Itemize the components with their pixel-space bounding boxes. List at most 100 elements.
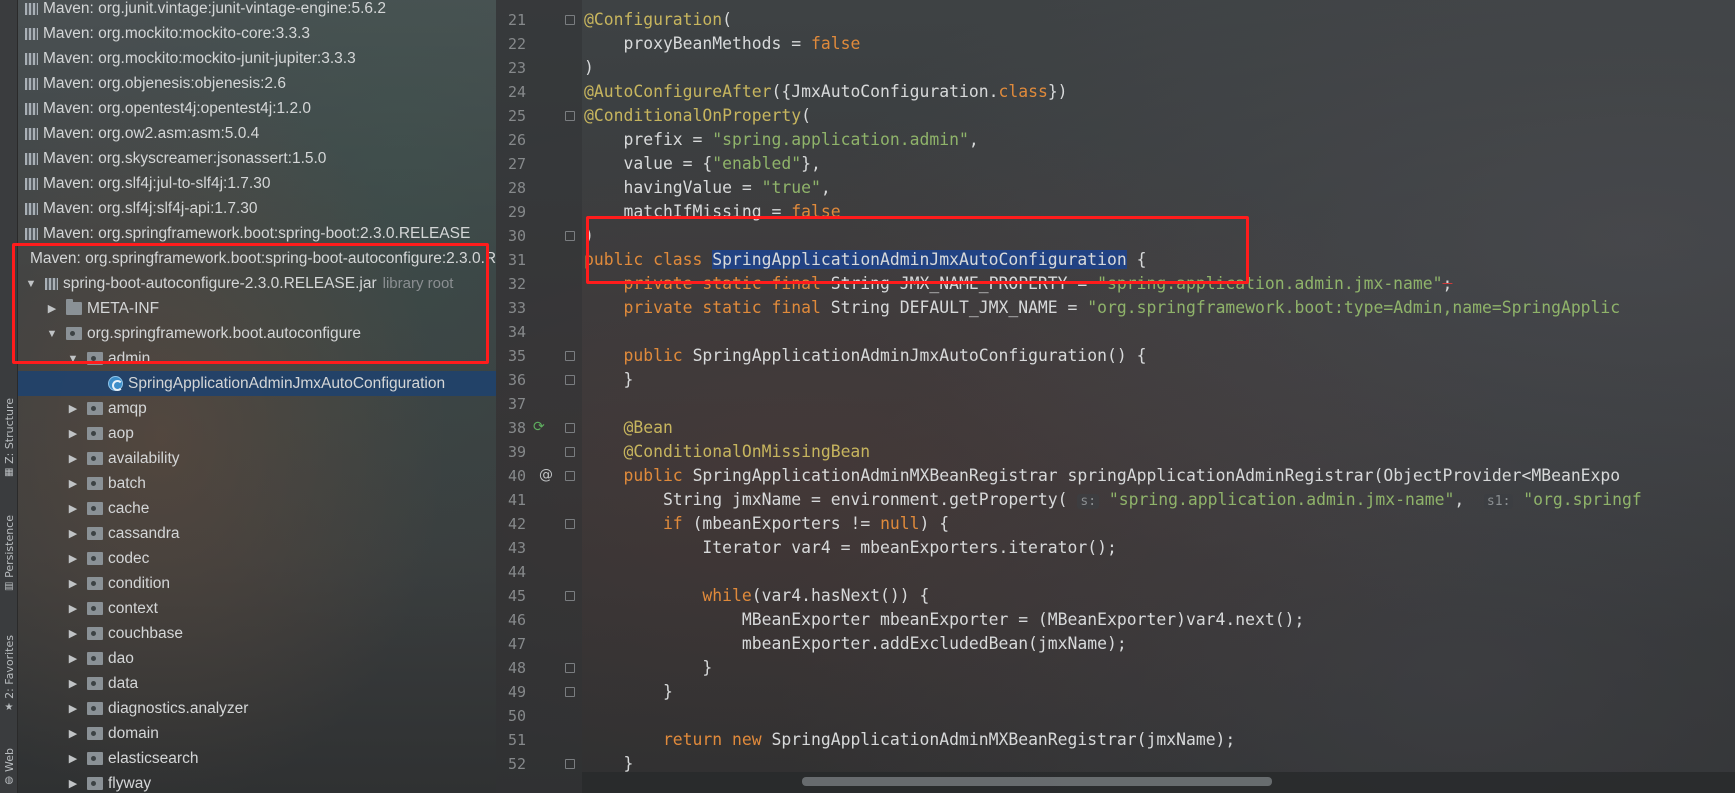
collapse-arrow-icon[interactable]: ▶ [67, 402, 79, 415]
fold-marker-icon[interactable] [565, 759, 575, 769]
tool-tab-persistence[interactable]: Persistence ▤ [0, 515, 18, 592]
expand-arrow-icon[interactable]: ▼ [25, 278, 37, 290]
code-editor[interactable]: 21 22 23 24 25 26 27 28 29 30 31 32 33 34 35 36 37 38 ⟳ 39 4… [496, 0, 1735, 793]
collapse-arrow-icon[interactable]: ▶ [46, 302, 58, 315]
autowire-gutter-icon[interactable]: @ [539, 467, 553, 483]
expand-arrow-icon[interactable]: ▼ [67, 353, 79, 365]
tree-item[interactable]: ▼ admin [18, 346, 496, 371]
collapse-arrow-icon[interactable]: ▶ [67, 452, 79, 465]
tree-item[interactable]: ▶ cache [18, 496, 496, 521]
code-line[interactable]: @Bean [584, 416, 672, 440]
fold-marker-icon[interactable] [565, 591, 575, 601]
tree-item[interactable]: Maven: org.slf4j:slf4j-api:1.7.30 [18, 196, 496, 221]
tree-item[interactable]: ▶ elasticsearch [18, 746, 496, 771]
scrollbar-thumb[interactable] [802, 777, 1272, 786]
code-line[interactable]: while(var4.hasNext()) { [584, 584, 929, 608]
tree-item[interactable]: ▶ batch [18, 471, 496, 496]
code-line[interactable]: ) [584, 56, 594, 80]
tree-item[interactable]: ▶ availability [18, 446, 496, 471]
fold-marker-icon[interactable] [565, 471, 575, 481]
tree-item[interactable]: ▶ aop [18, 421, 496, 446]
code-line[interactable]: prefix = "spring.application.admin", [584, 128, 978, 152]
collapse-arrow-icon[interactable]: ▶ [67, 777, 79, 790]
code-line[interactable]: public SpringApplicationAdminJmxAutoConf… [584, 344, 1146, 368]
code-line[interactable]: } [584, 752, 633, 776]
collapse-arrow-icon[interactable]: ▶ [67, 602, 79, 615]
code-line[interactable]: } [584, 368, 633, 392]
tree-item[interactable]: Maven: org.skyscreamer:jsonassert:1.5.0 [18, 146, 496, 171]
tree-item[interactable]: Maven: org.slf4j:jul-to-slf4j:1.7.30 [18, 171, 496, 196]
collapse-arrow-icon[interactable]: ▶ [67, 527, 79, 540]
tree-item[interactable]: ▶ dao [18, 646, 496, 671]
tool-tab-2-favorites[interactable]: 2: Favorites ★ [0, 635, 18, 713]
tool-tab-web[interactable]: Web ◍ [0, 748, 18, 786]
code-line[interactable]: @ConditionalOnMissingBean [584, 440, 870, 464]
tree-item-selected[interactable]: SpringApplicationAdminJmxAutoConfigurati… [18, 371, 496, 396]
code-line[interactable]: public class SpringApplicationAdminJmxAu… [584, 248, 1147, 272]
tree-item[interactable]: ▶ codec [18, 546, 496, 571]
tree-item[interactable]: Maven: org.mockito:mockito-junit-jupiter… [18, 46, 496, 71]
tree-item[interactable]: ▶ cassandra [18, 521, 496, 546]
fold-marker-icon[interactable] [565, 687, 575, 697]
code-line[interactable]: Iterator var4 = mbeanExporters.iterator(… [584, 536, 1116, 560]
code-line[interactable]: @AutoConfigureAfter({JmxAutoConfiguratio… [584, 80, 1068, 104]
tree-item[interactable]: ▶ amqp [18, 396, 496, 421]
collapse-arrow-icon[interactable]: ▶ [67, 552, 79, 565]
tree-item[interactable]: ▶ condition [18, 571, 496, 596]
code-line[interactable]: public SpringApplicationAdminMXBeanRegis… [584, 464, 1620, 488]
code-line[interactable]: MBeanExporter mbeanExporter = (MBeanExpo… [584, 608, 1305, 632]
tree-item[interactable]: ▶ context [18, 596, 496, 621]
collapse-arrow-icon[interactable]: ▶ [67, 477, 79, 490]
collapse-arrow-icon[interactable]: ▶ [67, 427, 79, 440]
tree-item[interactable]: ▶ diagnostics.analyzer [18, 696, 496, 721]
bean-gutter-icon[interactable]: ⟳ [533, 419, 545, 435]
fold-marker-icon[interactable] [565, 423, 575, 433]
collapse-arrow-icon[interactable]: ▶ [67, 627, 79, 640]
fold-marker-icon[interactable] [565, 663, 575, 673]
fold-marker-icon[interactable] [565, 15, 575, 25]
collapse-arrow-icon[interactable]: ▶ [67, 752, 79, 765]
code-line[interactable]: havingValue = "true", [584, 176, 830, 200]
code-line[interactable]: ) [584, 224, 594, 248]
tree-item[interactable]: Maven: org.opentest4j:opentest4j:1.2.0 [18, 96, 496, 121]
tree-item[interactable]: Maven: org.objenesis:objenesis:2.6 [18, 71, 496, 96]
tree-item[interactable]: ▶ META-INF [18, 296, 496, 321]
tree-item[interactable]: Maven: org.mockito:mockito-core:3.3.3 [18, 21, 496, 46]
code-line[interactable]: if (mbeanExporters != null) { [584, 512, 949, 536]
tree-item[interactable]: ▶ couchbase [18, 621, 496, 646]
code-line[interactable]: @ConditionalOnProperty( [584, 104, 811, 128]
code-line[interactable]: String jmxName = environment.getProperty… [584, 488, 1642, 512]
fold-marker-icon[interactable] [565, 375, 575, 385]
fold-marker-icon[interactable] [565, 447, 575, 457]
tree-item[interactable]: ▶ flyway [18, 771, 496, 793]
tree-item[interactable]: Maven: org.springframework.boot:spring-b… [18, 221, 496, 246]
fold-marker-icon[interactable] [565, 351, 575, 361]
tree-item[interactable]: Maven: org.ow2.asm:asm:5.0.4 [18, 121, 496, 146]
code-line[interactable]: } [584, 656, 712, 680]
code-line[interactable]: proxyBeanMethods = false [584, 32, 860, 56]
tree-item[interactable]: ▼ spring-boot-autoconfigure-2.3.0.RELEASE… [18, 271, 496, 296]
collapse-arrow-icon[interactable]: ▶ [67, 577, 79, 590]
code-line[interactable]: return new SpringApplicationAdminMXBeanR… [584, 728, 1235, 752]
code-line[interactable]: private static final String DEFAULT_JMX_… [584, 296, 1620, 320]
code-line[interactable]: matchIfMissing = false [584, 200, 840, 224]
code-line[interactable]: private static final String JMX_NAME_PRO… [584, 272, 1452, 296]
tree-item[interactable]: Maven: org.junit.vintage:junit-vintage-e… [18, 0, 496, 21]
tool-tab-z-structure[interactable]: Z: Structure ▦ [0, 398, 18, 478]
fold-marker-icon[interactable] [565, 111, 575, 121]
collapse-arrow-icon[interactable]: ▶ [67, 677, 79, 690]
code-line[interactable]: } [584, 680, 673, 704]
code-line[interactable]: mbeanExporter.addExcludedBean(jmxName); [584, 632, 1127, 656]
fold-marker-icon[interactable] [565, 519, 575, 529]
collapse-arrow-icon[interactable]: ▶ [67, 502, 79, 515]
code-line[interactable]: @Configuration( [584, 8, 732, 32]
editor-horizontal-scrollbar[interactable] [582, 772, 1735, 793]
collapse-arrow-icon[interactable]: ▶ [67, 702, 79, 715]
collapse-arrow-icon[interactable]: ▶ [67, 652, 79, 665]
tree-item[interactable]: ▼ org.springframework.boot.autoconfigure [18, 321, 496, 346]
tree-item[interactable]: ▶ data [18, 671, 496, 696]
collapse-arrow-icon[interactable]: ▶ [67, 727, 79, 740]
code-line[interactable]: value = {"enabled"}, [584, 152, 820, 176]
tree-item[interactable]: Maven: org.springframework.boot:spring-b… [18, 246, 496, 271]
tree-item[interactable]: ▶ domain [18, 721, 496, 746]
